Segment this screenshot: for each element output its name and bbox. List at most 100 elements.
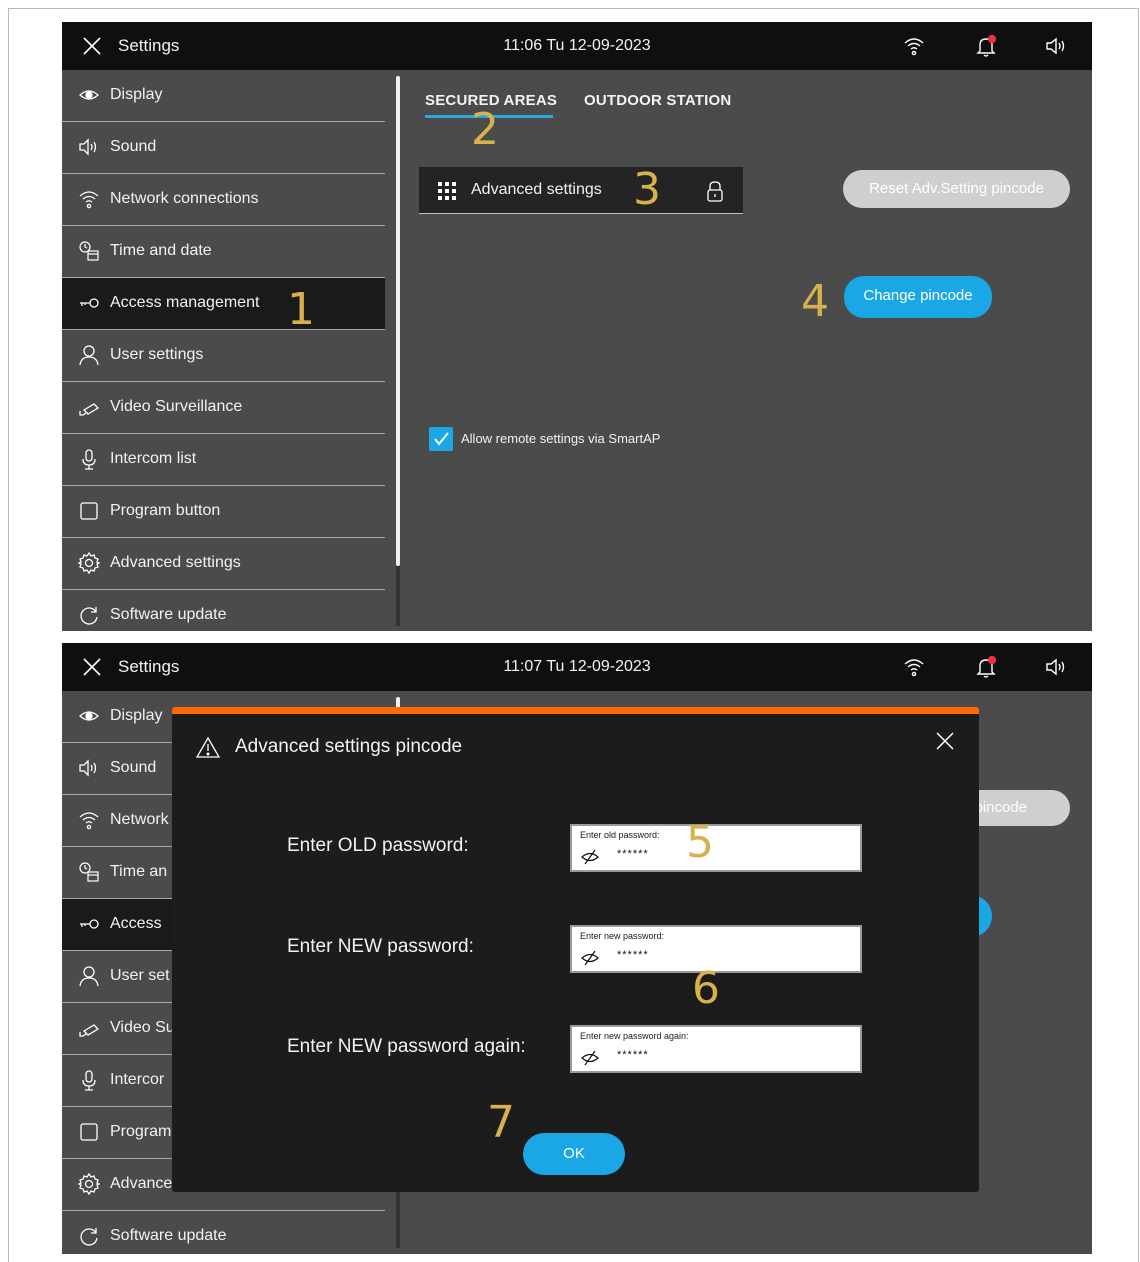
sidebar-item-time-date[interactable]: Time and date bbox=[62, 226, 385, 278]
new-password-placeholder: Enter new password: bbox=[580, 931, 665, 941]
old-password-value: ****** bbox=[617, 848, 649, 860]
refresh-icon bbox=[80, 1228, 98, 1246]
callout-5: 5 bbox=[686, 817, 714, 868]
grid-icon bbox=[438, 182, 456, 200]
new-password-label: Enter NEW password: bbox=[287, 936, 474, 957]
top-bar: Settings 11:06 Tu 12-09-2023 bbox=[62, 22, 1092, 70]
tab-outdoor-station[interactable]: OUTDOOR STATION bbox=[584, 92, 731, 109]
notification-bell-icon[interactable] bbox=[974, 655, 998, 679]
square-icon bbox=[80, 1123, 98, 1141]
wifi-icon bbox=[79, 191, 99, 209]
square-icon bbox=[80, 502, 98, 520]
settings-screen-pincode-dialog: Settings 11:07 Tu 12-09-2023 Display Sou… bbox=[62, 643, 1092, 1254]
wifi-icon bbox=[904, 38, 924, 56]
scrollbar-track bbox=[396, 1191, 400, 1248]
remote-settings-label: Allow remote settings via SmartAP bbox=[461, 431, 661, 446]
sidebar-item-intercom-list[interactable]: Intercom list bbox=[62, 434, 385, 486]
eye-icon bbox=[79, 90, 99, 100]
sidebar-item-access-management[interactable]: Access management bbox=[62, 278, 385, 330]
callout-1: 1 bbox=[287, 284, 315, 335]
eye-hidden-icon[interactable] bbox=[581, 849, 599, 865]
advanced-settings-label: Advanced settings bbox=[471, 181, 602, 198]
sidebar-item-software-update[interactable]: Software update bbox=[62, 1211, 385, 1254]
callout-4: 4 bbox=[801, 276, 829, 327]
ok-button[interactable]: OK bbox=[523, 1133, 625, 1175]
old-password-label: Enter OLD password: bbox=[287, 835, 469, 856]
speaker-icon bbox=[79, 138, 97, 156]
pincode-dialog: Advanced settings pincode Enter OLD pass… bbox=[172, 707, 979, 1192]
sidebar-item-label: Program bbox=[110, 1123, 172, 1140]
callout-6: 6 bbox=[692, 963, 720, 1014]
new-password-again-field[interactable]: Enter new password again: ****** bbox=[570, 1025, 862, 1073]
lock-icon bbox=[707, 181, 723, 202]
user-icon bbox=[79, 966, 99, 987]
sidebar-scrollbar[interactable] bbox=[396, 76, 400, 566]
sidebar-item-display[interactable]: Display bbox=[62, 70, 385, 122]
sidebar-item-program-button[interactable]: Program button bbox=[62, 486, 385, 538]
sidebar-item-label: Video Su bbox=[110, 1019, 175, 1036]
warning-icon bbox=[196, 736, 220, 758]
advanced-settings-row[interactable]: Advanced settings bbox=[419, 167, 743, 214]
sidebar-item-label: Access bbox=[110, 915, 162, 932]
sidebar-item-video-surveillance[interactable]: Video Surveillance bbox=[62, 382, 385, 434]
clock-calendar-icon bbox=[79, 241, 99, 261]
sidebar-item-label: Display bbox=[110, 86, 163, 103]
wifi-icon bbox=[904, 659, 924, 677]
microphone-icon bbox=[82, 449, 96, 470]
scrollbar-track bbox=[396, 566, 400, 626]
sidebar-item-label: Time and date bbox=[110, 242, 212, 259]
top-bar: Settings 11:07 Tu 12-09-2023 bbox=[62, 643, 1092, 691]
gear-icon bbox=[78, 552, 100, 574]
gear-icon bbox=[78, 1173, 100, 1195]
eye-hidden-icon[interactable] bbox=[581, 950, 599, 966]
new-password-again-label: Enter NEW password again: bbox=[287, 1036, 526, 1057]
sidebar-item-label: Access management bbox=[110, 294, 260, 311]
old-password-field[interactable]: Enter old password: ****** bbox=[570, 824, 862, 872]
eye-hidden-icon[interactable] bbox=[581, 1050, 599, 1066]
settings-screen-access-management: Settings 11:06 Tu 12-09-2023 Display Sou… bbox=[62, 22, 1092, 631]
wifi-icon bbox=[79, 812, 99, 830]
user-icon bbox=[79, 345, 99, 366]
notification-bell-icon[interactable] bbox=[974, 34, 998, 58]
new-password-again-placeholder: Enter new password again: bbox=[580, 1031, 689, 1041]
sidebar-item-label: Network bbox=[110, 811, 169, 828]
callout-3: 3 bbox=[633, 164, 661, 215]
checkmark-icon bbox=[434, 432, 449, 446]
sidebar-item-label: Intercom list bbox=[110, 450, 197, 467]
sidebar-item-label: Time an bbox=[110, 863, 168, 880]
clock-date: 11:06 Tu 12-09-2023 bbox=[503, 37, 651, 54]
camera-icon bbox=[79, 1024, 100, 1037]
clock-calendar-icon bbox=[79, 862, 99, 882]
refresh-icon bbox=[80, 607, 98, 625]
sidebar-item-label: Display bbox=[110, 707, 163, 724]
camera-icon bbox=[79, 403, 100, 416]
sidebar-item-label: Video Surveillance bbox=[110, 398, 243, 415]
sidebar-item-advanced-settings[interactable]: Advanced settings bbox=[62, 538, 385, 590]
microphone-icon bbox=[82, 1070, 96, 1091]
sidebar-item-label: Network connections bbox=[110, 190, 259, 207]
sidebar-item-network[interactable]: Network connections bbox=[62, 174, 385, 226]
remote-settings-checkbox[interactable] bbox=[429, 427, 453, 451]
speaker-icon bbox=[79, 759, 97, 777]
reset-pincode-button[interactable]: Reset Adv.Setting pincode bbox=[843, 170, 1070, 208]
sidebar-item-software-update[interactable]: Software update bbox=[62, 590, 385, 631]
sidebar-item-label: Sound bbox=[110, 759, 157, 776]
key-icon bbox=[80, 919, 99, 929]
sidebar-item-sound[interactable]: Sound bbox=[62, 122, 385, 174]
volume-icon[interactable] bbox=[1044, 34, 1068, 58]
sidebar-item-user-settings[interactable]: User settings bbox=[62, 330, 385, 382]
sidebar-item-label: Program button bbox=[110, 502, 221, 519]
sidebar-item-label: User set bbox=[110, 967, 170, 984]
volume-icon[interactable] bbox=[1044, 655, 1068, 679]
close-icon[interactable] bbox=[934, 730, 956, 752]
clock-date: 11:07 Tu 12-09-2023 bbox=[503, 658, 651, 675]
sidebar-item-label: Advanced settings bbox=[110, 554, 241, 571]
dialog-title: Advanced settings pincode bbox=[235, 736, 463, 757]
sidebar-item-label: User settings bbox=[110, 346, 204, 363]
eye-icon bbox=[79, 711, 99, 721]
new-password-value: ****** bbox=[617, 949, 649, 961]
settings-sidebar: Display Sound Network connections Time a… bbox=[62, 70, 385, 631]
new-password-again-value: ****** bbox=[617, 1049, 649, 1061]
callout-7: 7 bbox=[487, 1097, 515, 1148]
change-pincode-button[interactable]: Change pincode bbox=[844, 276, 992, 318]
